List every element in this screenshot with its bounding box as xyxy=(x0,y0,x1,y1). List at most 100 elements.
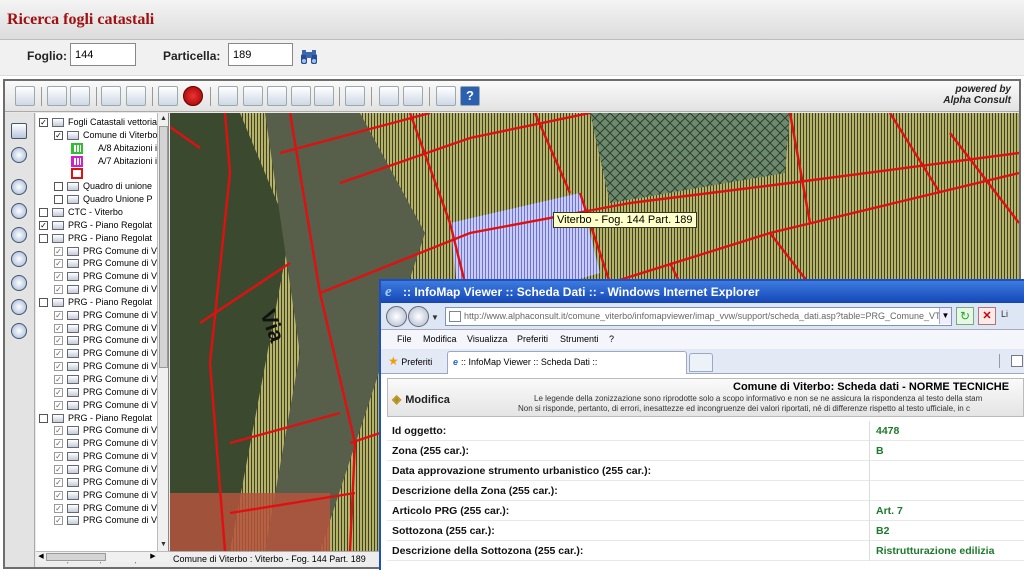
help-icon[interactable]: ? xyxy=(460,86,480,106)
zoom-layer-icon[interactable] xyxy=(11,299,27,315)
zoom-next-icon[interactable] xyxy=(11,275,27,291)
layer-checkbox[interactable]: ✓ xyxy=(54,336,63,346)
layer-label: Fogli Catastali vettoria xyxy=(68,117,158,127)
buffer-icon[interactable] xyxy=(314,86,334,106)
layer-checkbox[interactable]: ✓ xyxy=(54,310,63,320)
edit-button[interactable]: ◈ Modifica xyxy=(392,392,450,406)
browser-window-title: :: InfoMap Viewer :: Scheda Dati :: - Wi… xyxy=(403,285,760,299)
layer-checkbox[interactable]: ✓ xyxy=(54,259,63,269)
measure-line-icon[interactable] xyxy=(379,86,399,106)
layer-tree-scrollbar[interactable]: ▲ ▼ xyxy=(157,113,168,551)
zoom-in-icon[interactable] xyxy=(11,179,27,195)
table-row: Data approvazione strumento urbanistico … xyxy=(387,461,1024,481)
select-circle-icon[interactable] xyxy=(267,86,287,106)
layer-checkbox[interactable]: ✓ xyxy=(54,246,63,256)
measure-area-icon[interactable] xyxy=(403,86,423,106)
scroll-down-icon[interactable]: ▼ xyxy=(158,539,168,550)
lifebuoy-icon[interactable] xyxy=(436,86,456,106)
field-value: Ristrutturazione edilizia xyxy=(876,545,995,557)
toolbar-separator xyxy=(429,87,430,106)
layer-tree-h-scrollbar[interactable]: ◀ ▶ xyxy=(36,551,169,562)
layer-checkbox[interactable]: ✓ xyxy=(54,362,63,372)
zoom-out-icon[interactable] xyxy=(11,203,27,219)
history-dropdown-icon[interactable]: ▼ xyxy=(431,313,439,322)
menu-file[interactable]: File xyxy=(397,334,412,344)
foglio-input[interactable] xyxy=(70,43,136,66)
layer-label: PRG Comune di V xyxy=(83,476,158,487)
layer-checkbox[interactable]: ✓ xyxy=(54,349,63,359)
field-value: B2 xyxy=(876,525,890,537)
layer-checkbox[interactable]: ✓ xyxy=(54,285,63,295)
layer-checkbox[interactable] xyxy=(39,233,48,243)
tools-icon[interactable] xyxy=(126,86,146,106)
new-window-icon[interactable] xyxy=(15,86,35,106)
layer-checkbox[interactable]: ✓ xyxy=(54,516,63,526)
stop-loading-icon[interactable]: ✕ xyxy=(978,307,996,325)
menu-visualizza[interactable]: Visualizza xyxy=(467,334,507,344)
ruler-icon[interactable] xyxy=(345,86,365,106)
layer-checkbox[interactable]: ✓ xyxy=(54,426,63,436)
layer-checkbox[interactable]: ✓ xyxy=(39,118,48,127)
address-input[interactable]: http://www.alphaconsult.it/comune_viterb… xyxy=(445,307,952,326)
pan-icon[interactable] xyxy=(11,147,27,163)
layer-checkbox[interactable]: ✓ xyxy=(54,490,63,500)
layer-checkbox[interactable] xyxy=(39,413,48,423)
layer-checkbox[interactable] xyxy=(39,297,48,307)
h-scroll-thumb[interactable] xyxy=(46,553,106,561)
layer-checkbox[interactable]: ✓ xyxy=(54,464,63,474)
scroll-thumb[interactable] xyxy=(159,126,168,368)
address-dropdown-icon[interactable]: ▼ xyxy=(939,308,951,324)
layer-checkbox[interactable]: ✓ xyxy=(54,477,63,487)
select-polygon-icon[interactable] xyxy=(291,86,311,106)
navigation-toolbar xyxy=(5,113,35,567)
layer-checkbox[interactable] xyxy=(54,182,63,192)
particella-input[interactable] xyxy=(228,43,293,66)
browser-tab[interactable]: e:: InfoMap Viewer :: Scheda Dati :: xyxy=(447,351,687,374)
refresh-icon[interactable]: ↻ xyxy=(956,307,974,325)
layer-icon xyxy=(52,220,64,230)
address-bar-row: ▼ http://www.alphaconsult.it/comune_vite… xyxy=(381,303,1024,330)
pointer-icon[interactable] xyxy=(11,123,27,139)
menu-modifica[interactable]: Modifica xyxy=(423,334,457,344)
save-icon[interactable] xyxy=(47,86,67,106)
forward-icon[interactable] xyxy=(408,306,429,327)
favorites-button[interactable]: ★ Preferiti xyxy=(388,354,432,368)
scroll-right-icon[interactable]: ▶ xyxy=(148,552,158,562)
grid-icon[interactable] xyxy=(101,86,121,106)
select-area-icon[interactable] xyxy=(243,86,263,106)
layer-icon xyxy=(67,375,79,384)
layer-checkbox[interactable]: ✓ xyxy=(54,387,63,397)
menu-strumenti[interactable]: Strumenti xyxy=(560,334,599,344)
layer-checkbox[interactable]: ✓ xyxy=(39,220,48,230)
select-icon[interactable] xyxy=(218,86,238,106)
scroll-left-icon[interactable]: ◀ xyxy=(36,552,46,562)
menu-help[interactable]: ? xyxy=(609,334,614,344)
layer-checkbox[interactable]: ✓ xyxy=(54,375,63,384)
zoom-full-icon[interactable] xyxy=(11,323,27,339)
layer-checkbox[interactable]: ✓ xyxy=(54,503,63,513)
layer-checkbox[interactable]: ✓ xyxy=(54,272,63,282)
zoom-previous-icon[interactable] xyxy=(11,251,27,267)
back-icon[interactable] xyxy=(386,306,407,327)
browser-title-bar[interactable]: e :: InfoMap Viewer :: Scheda Dati :: - … xyxy=(381,281,1024,303)
foglio-label: Foglio: xyxy=(27,49,67,63)
layer-checkbox[interactable] xyxy=(54,195,63,205)
search-bar: Foglio: Particella: xyxy=(0,40,1024,76)
layer-checkbox[interactable]: ✓ xyxy=(54,400,63,410)
layer-checkbox[interactable]: ✓ xyxy=(54,323,63,333)
binoculars-icon[interactable] xyxy=(299,48,319,66)
home-icon[interactable] xyxy=(1011,355,1023,367)
zoom-window-icon[interactable] xyxy=(11,227,27,243)
live-search-label[interactable]: Li xyxy=(1001,309,1008,319)
cell-divider xyxy=(869,461,870,481)
new-tab-button[interactable] xyxy=(689,353,713,372)
refresh-map-icon[interactable] xyxy=(158,86,178,106)
layer-checkbox[interactable]: ✓ xyxy=(54,130,63,140)
layer-checkbox[interactable] xyxy=(39,207,48,217)
scroll-up-icon[interactable]: ▲ xyxy=(158,113,168,124)
layer-checkbox[interactable]: ✓ xyxy=(54,452,63,462)
layer-checkbox[interactable]: ✓ xyxy=(54,439,63,449)
menu-preferiti[interactable]: Preferiti xyxy=(517,334,548,344)
stop-icon[interactable] xyxy=(183,86,203,106)
print-icon[interactable] xyxy=(70,86,90,106)
